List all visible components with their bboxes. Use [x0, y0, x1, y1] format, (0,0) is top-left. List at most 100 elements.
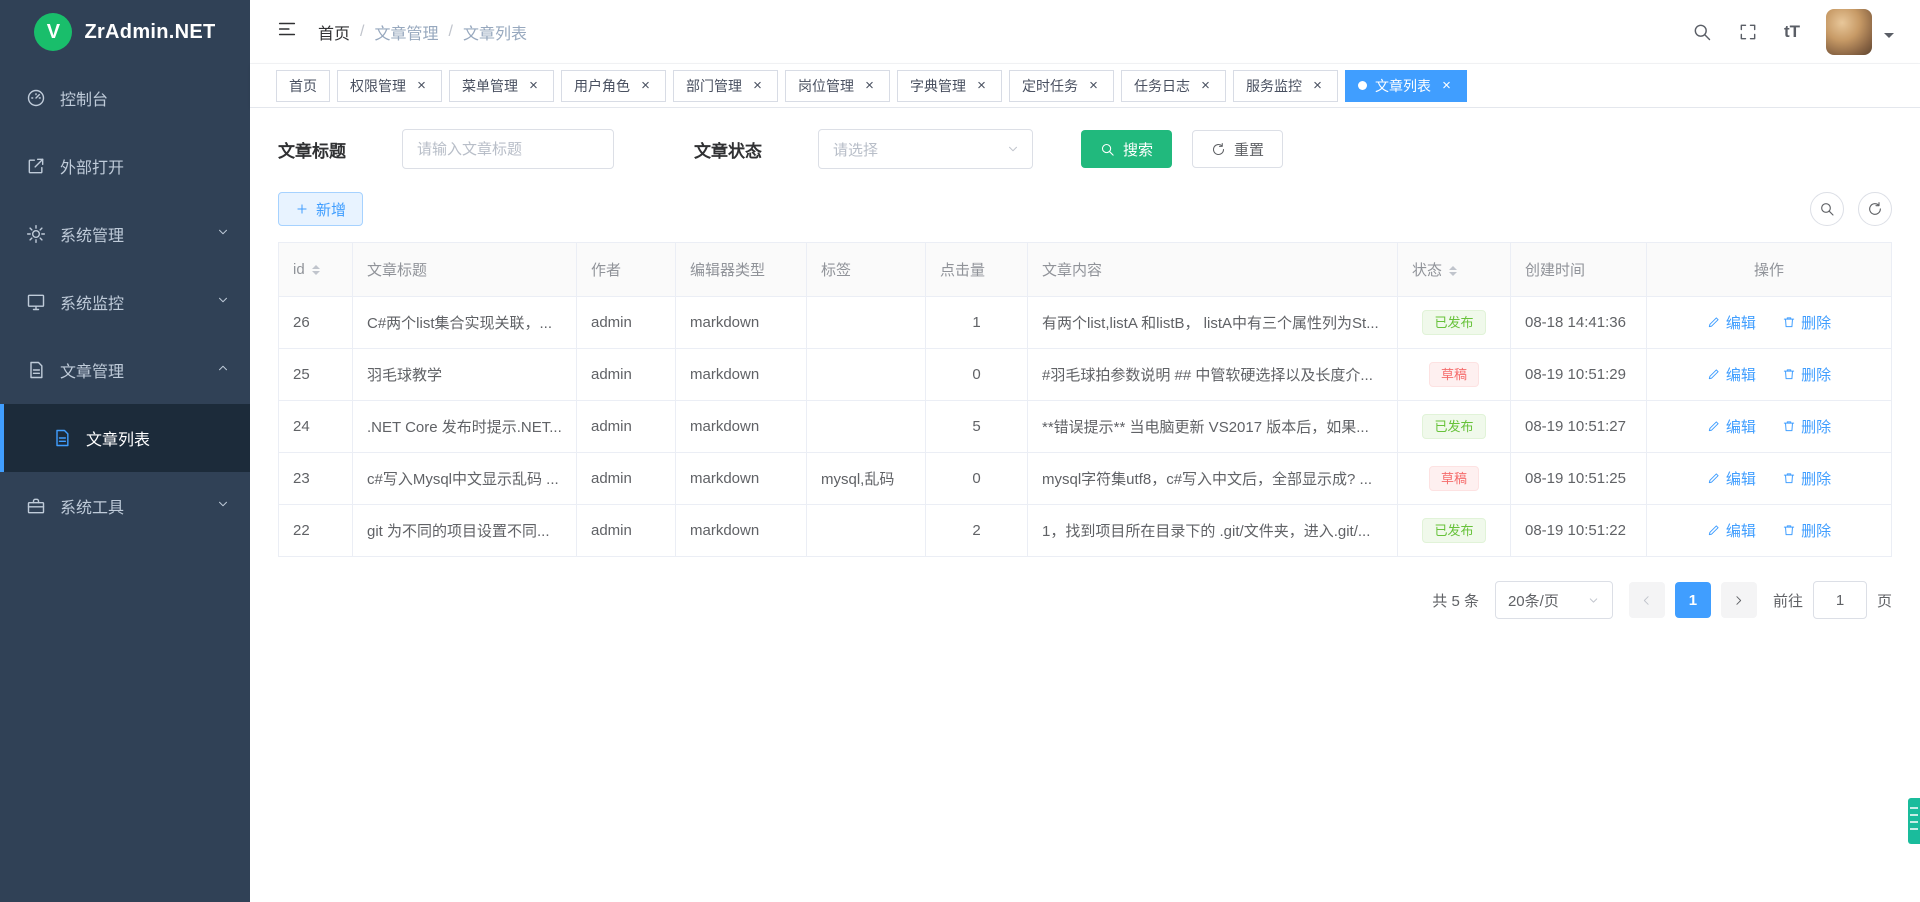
cell-content: mysql字符集utf8，c#写入中文后，全部显示成? ...: [1028, 453, 1398, 505]
sidebar-item-article-mgmt[interactable]: 文章管理: [0, 336, 250, 404]
article-status-select[interactable]: 请选择: [818, 129, 1033, 169]
navbar-tools: tT: [1692, 9, 1894, 55]
app-logo[interactable]: V ZrAdmin.NET: [0, 0, 250, 64]
search-button[interactable]: 搜索: [1081, 130, 1172, 168]
monitor-icon: [26, 292, 46, 312]
edit-link[interactable]: 编辑: [1707, 468, 1756, 489]
goto-page-input[interactable]: [1813, 581, 1867, 619]
close-icon[interactable]: ×: [862, 78, 877, 93]
prev-page-button[interactable]: [1629, 582, 1665, 618]
cell-actions: 编辑 删除: [1647, 453, 1892, 505]
close-icon[interactable]: ×: [750, 78, 765, 93]
page-size-value: 20条/页: [1508, 590, 1559, 611]
tab-user-role[interactable]: 用户角色 ×: [561, 70, 666, 102]
page-size-select[interactable]: 20条/页: [1495, 581, 1613, 619]
edit-link[interactable]: 编辑: [1707, 520, 1756, 541]
next-page-button[interactable]: [1721, 582, 1757, 618]
tab-task-logs[interactable]: 任务日志 ×: [1121, 70, 1226, 102]
page-number-1[interactable]: 1: [1675, 582, 1711, 618]
status-badge: 草稿: [1429, 362, 1479, 388]
close-icon[interactable]: ×: [1310, 78, 1325, 93]
edit-link[interactable]: 编辑: [1707, 312, 1756, 333]
tab-home[interactable]: 首页: [276, 70, 330, 102]
menu-fold-icon[interactable]: [276, 18, 298, 45]
cell-tags: [807, 505, 926, 557]
sidebar-item-system-mgmt[interactable]: 系统管理: [0, 200, 250, 268]
cell-editor: markdown: [676, 297, 807, 349]
pencil-icon: [1707, 315, 1721, 329]
tab-article-list[interactable]: 文章列表 ×: [1345, 70, 1467, 102]
delete-link[interactable]: 删除: [1782, 312, 1831, 333]
cell-tags: [807, 349, 926, 401]
logo-icon: V: [34, 13, 72, 51]
cell-created: 08-19 10:51:27: [1511, 401, 1647, 453]
col-id[interactable]: id: [279, 243, 353, 297]
tab-menu-mgmt[interactable]: 菜单管理 ×: [449, 70, 554, 102]
edit-label: 编辑: [1726, 416, 1756, 437]
search-icon[interactable]: [1692, 22, 1712, 42]
article-title-input[interactable]: [402, 129, 614, 169]
tab-service-monitor[interactable]: 服务监控 ×: [1233, 70, 1338, 102]
tab-dept-mgmt[interactable]: 部门管理 ×: [673, 70, 778, 102]
breadcrumb-home[interactable]: 首页: [318, 20, 350, 44]
edit-link[interactable]: 编辑: [1707, 416, 1756, 437]
cell-content: 有两个list,listA 和listB， listA中有三个属性列为St...: [1028, 297, 1398, 349]
cell-id: 25: [279, 349, 353, 401]
close-icon[interactable]: ×: [414, 78, 429, 93]
sidebar-item-system-tools[interactable]: 系统工具: [0, 472, 250, 540]
delete-label: 删除: [1801, 312, 1831, 333]
tab-permission-mgmt[interactable]: 权限管理 ×: [337, 70, 442, 102]
font-size-icon[interactable]: tT: [1784, 22, 1800, 42]
cell-created: 08-19 10:51:29: [1511, 349, 1647, 401]
breadcrumb-article-mgmt[interactable]: 文章管理: [374, 20, 438, 44]
chevron-left-icon: [1640, 594, 1653, 607]
gear-icon: [26, 224, 46, 244]
sort-icon[interactable]: [312, 265, 320, 275]
main-area: 首页 / 文章管理 / 文章列表 tT 首页 权限管理 × 菜单管理: [250, 0, 1920, 902]
delete-link[interactable]: 删除: [1782, 520, 1831, 541]
close-icon[interactable]: ×: [638, 78, 653, 93]
close-icon[interactable]: ×: [974, 78, 989, 93]
delete-link[interactable]: 删除: [1782, 468, 1831, 489]
reset-button[interactable]: 重置: [1192, 130, 1283, 168]
toggle-search-button[interactable]: [1810, 192, 1844, 226]
chevron-down-icon: [216, 225, 230, 244]
tab-post-mgmt[interactable]: 岗位管理 ×: [785, 70, 890, 102]
close-icon[interactable]: ×: [1198, 78, 1213, 93]
delete-link[interactable]: 删除: [1782, 416, 1831, 437]
sidebar-item-external-open[interactable]: 外部打开: [0, 132, 250, 200]
sort-icon[interactable]: [1449, 266, 1457, 276]
trash-icon: [1782, 419, 1796, 433]
sidebar-item-article-list[interactable]: 文章列表: [0, 404, 250, 472]
close-icon[interactable]: ×: [526, 78, 541, 93]
table-row: 22 git 为不同的项目设置不同... admin markdown 2 1，…: [279, 505, 1892, 557]
tab-dict-mgmt[interactable]: 字典管理 ×: [897, 70, 1002, 102]
cell-created: 08-18 14:41:36: [1511, 297, 1647, 349]
cell-actions: 编辑 删除: [1647, 349, 1892, 401]
cell-status: 草稿: [1398, 453, 1511, 505]
sidebar-item-system-monitor[interactable]: 系统监控: [0, 268, 250, 336]
cell-author: admin: [577, 297, 676, 349]
dashboard-icon: [26, 88, 46, 108]
refresh-table-button[interactable]: [1858, 192, 1892, 226]
status-badge: 草稿: [1429, 466, 1479, 492]
user-avatar[interactable]: [1826, 9, 1872, 55]
cell-tags: [807, 297, 926, 349]
side-panel-handle[interactable]: [1908, 798, 1920, 844]
sidebar-item-dashboard[interactable]: 控制台: [0, 64, 250, 132]
tab-scheduled-tasks[interactable]: 定时任务 ×: [1009, 70, 1114, 102]
table-row: 25 羽毛球教学 admin markdown 0 #羽毛球拍参数说明 ## 中…: [279, 349, 1892, 401]
edit-link[interactable]: 编辑: [1707, 364, 1756, 385]
delete-label: 删除: [1801, 364, 1831, 385]
page-content: 文章标题 文章状态 请选择 搜索 重置: [250, 108, 1920, 902]
close-icon[interactable]: ×: [1439, 78, 1454, 93]
close-icon[interactable]: ×: [1086, 78, 1101, 93]
delete-link[interactable]: 删除: [1782, 364, 1831, 385]
col-status[interactable]: 状态: [1398, 243, 1511, 297]
cell-editor: markdown: [676, 349, 807, 401]
add-button[interactable]: 新增: [278, 192, 363, 226]
fullscreen-icon[interactable]: [1738, 22, 1758, 42]
cell-status: 已发布: [1398, 401, 1511, 453]
delete-label: 删除: [1801, 468, 1831, 489]
caret-down-icon[interactable]: [1884, 33, 1894, 43]
